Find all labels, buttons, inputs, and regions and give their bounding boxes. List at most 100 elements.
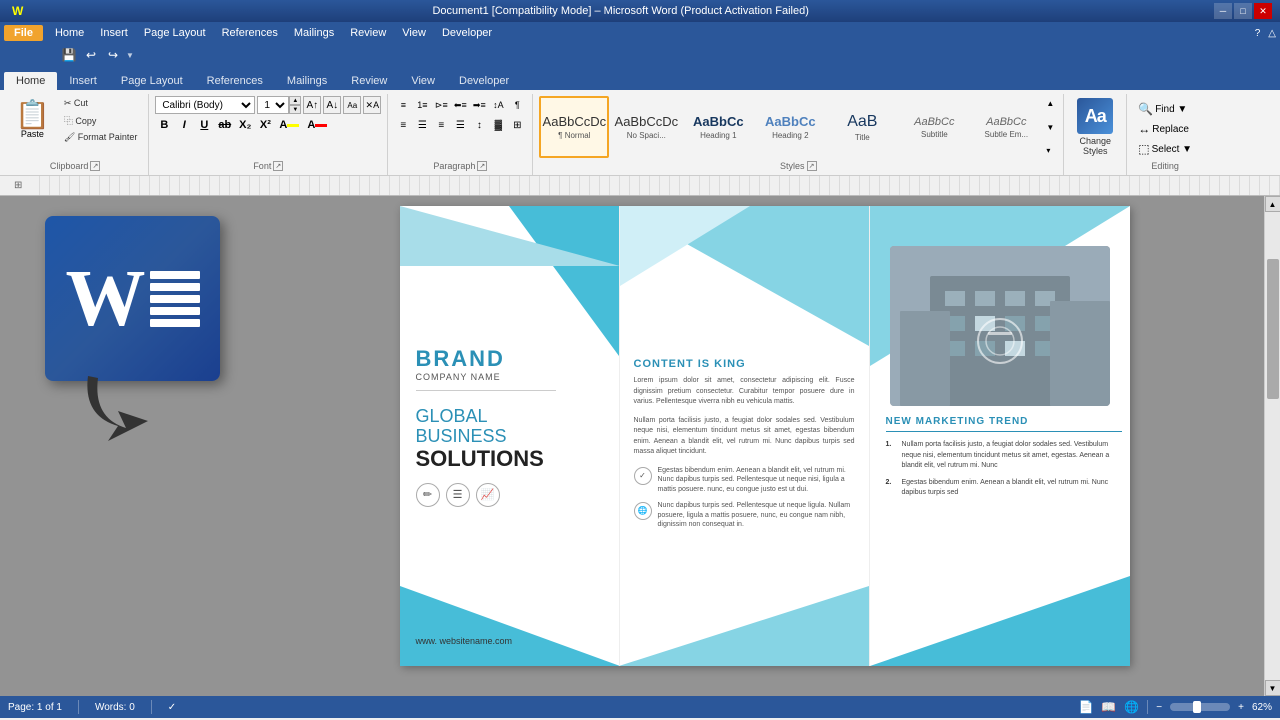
menu-view[interactable]: View xyxy=(394,25,434,41)
menu-references[interactable]: References xyxy=(214,25,286,41)
tab-references[interactable]: References xyxy=(195,72,275,90)
view-web-icon[interactable]: 🌐 xyxy=(1124,700,1139,714)
style-no-spacing[interactable]: AaBbCcDc No Spaci... xyxy=(611,96,681,158)
chart-icon[interactable]: 📈 xyxy=(476,483,500,507)
menu-page-layout[interactable]: Page Layout xyxy=(136,25,214,41)
qa-dropdown-button[interactable]: ▼ xyxy=(126,51,134,60)
ruler-toggle-icon[interactable]: ⊞ xyxy=(14,180,22,191)
show-hide-button[interactable]: ¶ xyxy=(508,96,526,114)
align-center-button[interactable]: ☰ xyxy=(413,116,431,134)
close-button[interactable]: ✕ xyxy=(1254,3,1272,19)
font-name-select[interactable]: Calibri (Body) xyxy=(155,96,255,114)
redo-qa-button[interactable]: ↪ xyxy=(104,46,122,64)
underline-button[interactable]: U xyxy=(195,116,213,134)
tab-insert[interactable]: Insert xyxy=(57,72,109,90)
word-line-1 xyxy=(150,271,200,279)
pencil-icon[interactable]: ✏ xyxy=(416,483,440,507)
tab-page-layout[interactable]: Page Layout xyxy=(109,72,195,90)
document-page[interactable]: BRAND COMPANY NAME GLOBAL BUSINESS SOLUT… xyxy=(400,206,1130,666)
undo-qa-button[interactable]: ↩ xyxy=(82,46,100,64)
paste-button[interactable]: 📋 Paste xyxy=(8,96,57,144)
format-painter-button[interactable]: 🖌 Format Painter xyxy=(59,130,142,145)
font-color-button[interactable]: A xyxy=(304,116,330,134)
replace-button[interactable]: ↔ Replace xyxy=(1133,120,1194,138)
sort-button[interactable]: ↕A xyxy=(489,96,507,114)
styles-expander[interactable]: ↗ xyxy=(807,161,817,171)
styles-scroll-down[interactable]: ▼ xyxy=(1045,122,1055,133)
bold-button[interactable]: B xyxy=(155,116,173,134)
tab-review[interactable]: Review xyxy=(339,72,399,90)
shading-button[interactable]: ▓ xyxy=(489,116,507,134)
find-button[interactable]: 🔍 Find ▼ xyxy=(1133,100,1192,118)
multilevel-button[interactable]: ⊳≡ xyxy=(432,96,450,114)
font-size-down-button[interactable]: ▼ xyxy=(289,105,301,114)
zoom-in-button[interactable]: + xyxy=(1238,702,1244,713)
decrease-indent-button[interactable]: ⬅≡ xyxy=(451,96,469,114)
style-heading1[interactable]: AaBbCc Heading 1 xyxy=(683,96,753,158)
document-page-wrapper[interactable]: BRAND COMPANY NAME GLOBAL BUSINESS SOLUT… xyxy=(265,196,1264,696)
zoom-slider[interactable] xyxy=(1170,703,1230,711)
superscript-button[interactable]: X² xyxy=(256,116,274,134)
bullets-button[interactable]: ≡ xyxy=(394,96,412,114)
save-qa-button[interactable]: 💾 xyxy=(60,46,78,64)
file-menu[interactable]: File xyxy=(4,25,43,41)
align-left-button[interactable]: ≡ xyxy=(394,116,412,134)
word-line-4 xyxy=(150,307,200,315)
font-size-up-button[interactable]: ▲ xyxy=(289,96,301,105)
tab-mailings[interactable]: Mailings xyxy=(275,72,339,90)
scroll-thumb[interactable] xyxy=(1267,259,1279,399)
view-normal-icon[interactable]: 📄 xyxy=(1078,700,1093,714)
select-button[interactable]: ⬚ Select ▼ xyxy=(1133,140,1197,158)
scroll-down-button[interactable]: ▼ xyxy=(1265,680,1280,696)
status-left: Page: 1 of 1 Words: 0 ✓ xyxy=(8,700,176,714)
tab-home[interactable]: Home xyxy=(4,72,57,90)
style-subtitle[interactable]: AaBbCc Subtitle xyxy=(899,96,969,158)
copy-button[interactable]: ⿻ Copy xyxy=(59,112,142,129)
maximize-button[interactable]: □ xyxy=(1234,3,1252,19)
style-heading2[interactable]: AaBbCc Heading 2 xyxy=(755,96,825,158)
help-icon[interactable]: ? xyxy=(1255,28,1261,39)
cut-button[interactable]: ✂ Cut xyxy=(59,96,142,111)
style-normal[interactable]: AaBbCcDc ¶ Normal xyxy=(539,96,609,158)
menu-mailings[interactable]: Mailings xyxy=(286,25,342,41)
paragraph-expander[interactable]: ↗ xyxy=(477,161,487,171)
grow-font-button[interactable]: A↑ xyxy=(303,96,321,114)
styles-scroll-up[interactable]: ▲ xyxy=(1045,98,1055,109)
increase-indent-button[interactable]: ➡≡ xyxy=(470,96,488,114)
scroll-track[interactable] xyxy=(1265,212,1280,680)
font-size-select[interactable]: 11 xyxy=(257,96,289,114)
italic-button[interactable]: I xyxy=(175,116,193,134)
highlight-button[interactable]: A xyxy=(276,116,302,134)
menu-insert[interactable]: Insert xyxy=(92,25,136,41)
line-spacing-button[interactable]: ↕ xyxy=(470,116,488,134)
justify-button[interactable]: ☰ xyxy=(451,116,469,134)
clear-format-button[interactable]: ✕A xyxy=(363,96,381,114)
strikethrough-button[interactable]: ab xyxy=(215,116,234,134)
collapse-icon[interactable]: △ xyxy=(1268,28,1276,39)
change-styles-button[interactable]: Aa ChangeStyles xyxy=(1070,96,1120,158)
tab-view[interactable]: View xyxy=(399,72,447,90)
styles-more[interactable]: ▾ xyxy=(1045,145,1055,156)
vertical-scrollbar[interactable]: ▲ ▼ xyxy=(1264,196,1280,696)
style-subtle-em[interactable]: AaBbCc Subtle Em... xyxy=(971,96,1041,158)
menu-home[interactable]: Home xyxy=(47,25,92,41)
numbering-button[interactable]: 1≡ xyxy=(413,96,431,114)
minimize-button[interactable]: ─ xyxy=(1214,3,1232,19)
change-case-button[interactable]: Aa xyxy=(343,96,361,114)
replace-icon: ↔ xyxy=(1138,122,1150,136)
tab-developer[interactable]: Developer xyxy=(447,72,521,90)
borders-button[interactable]: ⊞ xyxy=(508,116,526,134)
font-expander[interactable]: ↗ xyxy=(273,161,283,171)
shrink-font-button[interactable]: A↓ xyxy=(323,96,341,114)
style-nospacing-preview: AaBbCcDc xyxy=(615,114,679,129)
subscript-button[interactable]: X₂ xyxy=(236,116,254,134)
list-icon[interactable]: ☰ xyxy=(446,483,470,507)
zoom-out-button[interactable]: − xyxy=(1156,702,1162,713)
align-right-button[interactable]: ≡ xyxy=(432,116,450,134)
scroll-up-button[interactable]: ▲ xyxy=(1265,196,1280,212)
view-reading-icon[interactable]: 📖 xyxy=(1101,700,1116,714)
menu-developer[interactable]: Developer xyxy=(434,25,500,41)
menu-review[interactable]: Review xyxy=(342,25,394,41)
style-title[interactable]: AaB Title xyxy=(827,96,897,158)
clipboard-expander[interactable]: ↗ xyxy=(90,161,100,171)
